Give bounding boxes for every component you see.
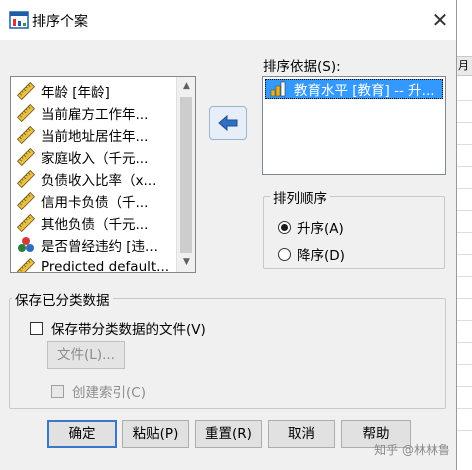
ruler-icon (17, 148, 35, 166)
create-index-checkbox[interactable] (51, 384, 64, 398)
save-file-label: 保存带分类数据的文件(V) (51, 322, 206, 338)
ruler-icon (17, 170, 35, 188)
nominal-circles-icon (18, 237, 34, 252)
variable-label: 年龄 [年龄] (41, 85, 110, 101)
save-sorted-data-legend: 保存已分类数据 (12, 289, 113, 309)
scroll-up-icon[interactable]: ▲ (178, 78, 195, 95)
cancel-button[interactable]: 取消 (268, 420, 335, 448)
variable-list-item[interactable]: 其他负债（千元... (17, 212, 148, 234)
move-variable-button[interactable] (209, 106, 247, 140)
ruler-icon (17, 192, 35, 210)
variable-label: Predicted default... (41, 259, 170, 273)
variable-list-item[interactable]: 当前雇方工作年... (17, 102, 148, 124)
ascending-option[interactable]: 升序(A) (278, 217, 344, 237)
sheet-column-header: 月 (456, 56, 472, 76)
variable-label: 当前雇方工作年... (41, 107, 149, 123)
sort-order-group: 排列顺序 升序(A) 降序(D) (263, 187, 445, 269)
ruler-icon (17, 82, 35, 100)
descending-option[interactable]: 降序(D) (278, 244, 345, 264)
sort-cases-dialog: 排序个案 ✕ 年龄 [年龄] 当前雇方工作年... 当前地址居住年... 家庭收入（千… (0, 0, 457, 470)
ascending-label: 升序(A) (297, 221, 344, 237)
variable-list-item[interactable]: 当前地址居住年... (17, 124, 148, 146)
descending-label: 降序(D) (297, 248, 345, 264)
window-title: 排序个案 (32, 14, 88, 30)
scroll-thumb[interactable] (180, 97, 192, 253)
arrow-left-icon (218, 114, 238, 132)
close-button[interactable]: ✕ (426, 6, 454, 34)
background-spreadsheet: 月 (456, 0, 472, 470)
variable-list-item[interactable]: 家庭收入（千元... (17, 146, 148, 168)
sort-order-legend: 排列顺序 (270, 187, 330, 207)
reset-button[interactable]: 重置(R) (195, 420, 262, 448)
ok-button[interactable]: 确定 (47, 420, 117, 448)
sort-by-item-label: 教育水平 [教育] -- 升... (294, 83, 435, 99)
sort-by-item[interactable]: 教育水平 [教育] -- 升... (265, 79, 443, 99)
create-index-option[interactable]: 创建索引(C) (51, 381, 146, 401)
variable-list-item[interactable]: Predicted default... (17, 256, 170, 273)
ruler-icon (17, 258, 35, 272)
ordinal-bars-icon (270, 81, 286, 97)
paste-button[interactable]: 粘贴(P) (122, 420, 189, 448)
variable-list-item[interactable]: 负债收入比率（x... (17, 168, 156, 190)
variable-label: 其他负债（千元... (41, 217, 149, 233)
save-sorted-data-group: 保存已分类数据 保存带分类数据的文件(V) 文件(L)... 创建索引(C) (9, 289, 446, 409)
sort-by-label: 排序依据(S): (263, 59, 341, 75)
variable-label: 信用卡负债（千... (41, 195, 149, 211)
variable-list[interactable]: 年龄 [年龄] 当前雇方工作年... 当前地址居住年... 家庭收入（千元... 负债收… (10, 76, 196, 273)
create-index-label: 创建索引(C) (72, 385, 146, 401)
variable-list-scrollbar[interactable]: ▲ ▼ (176, 77, 195, 272)
variable-list-item[interactable]: 是否曾经违约 [违... (17, 234, 158, 256)
file-button[interactable]: 文件(L)... (47, 341, 125, 369)
sort-cases-app-icon (9, 11, 29, 29)
variable-list-item[interactable]: 信用卡负债（千... (17, 190, 148, 212)
descending-radio[interactable] (278, 247, 291, 261)
ruler-icon (17, 104, 35, 122)
ruler-icon (17, 126, 35, 144)
variable-list-item[interactable]: 年龄 [年龄] (17, 80, 110, 102)
save-file-option[interactable]: 保存带分类数据的文件(V) (30, 318, 206, 338)
ascending-radio[interactable] (278, 220, 291, 234)
variable-label: 负债收入比率（x... (41, 173, 157, 189)
save-file-checkbox[interactable] (30, 321, 43, 335)
watermark: 知乎 @林林鲁 (374, 443, 450, 457)
variable-label: 是否曾经违约 [违... (41, 239, 158, 255)
scroll-down-icon[interactable]: ▼ (178, 254, 195, 271)
variable-label: 当前地址居住年... (41, 129, 149, 145)
ruler-icon (17, 214, 35, 232)
variable-label: 家庭收入（千元... (41, 151, 149, 167)
